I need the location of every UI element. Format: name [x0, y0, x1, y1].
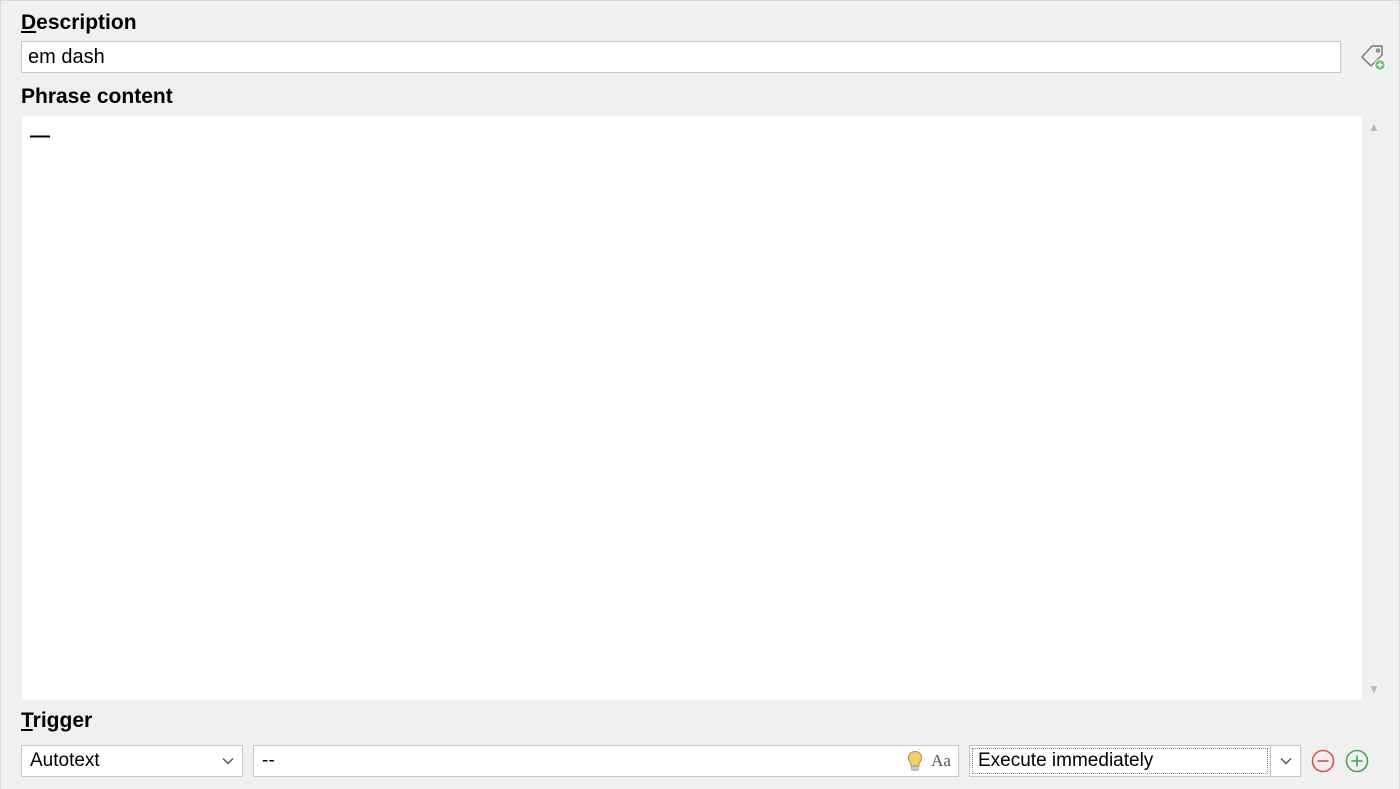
trigger-type-combo[interactable]: Autotext: [21, 745, 243, 777]
trigger-text-field-wrap: Aa: [253, 745, 959, 777]
content-scrollbar[interactable]: ▲ ▼: [1362, 116, 1386, 700]
description-row: [21, 41, 1387, 73]
description-label: Description: [21, 11, 1387, 35]
trigger-execute-combo[interactable]: Execute immediately: [969, 745, 1301, 777]
minus-circle-icon: [1311, 749, 1335, 773]
chevron-down-icon: [214, 755, 242, 767]
trigger-execute-value: Execute immediately: [970, 746, 1270, 776]
phrase-editor-pane: Description Phrase content ▲ ▼ Trigger: [0, 0, 1400, 789]
hint-button[interactable]: [902, 748, 928, 774]
add-trigger-button[interactable]: [1345, 749, 1369, 773]
remove-trigger-button[interactable]: [1311, 749, 1335, 773]
trigger-label: Trigger: [21, 709, 1387, 733]
phrase-content-label: Phrase content: [21, 85, 1387, 109]
case-sensitive-button[interactable]: Aa: [928, 748, 954, 774]
tag-add-icon: [1358, 43, 1386, 71]
description-input[interactable]: [21, 41, 1341, 73]
scroll-up-icon: ▲: [1368, 120, 1380, 134]
scroll-down-icon: ▼: [1368, 682, 1380, 696]
add-tag-button[interactable]: [1357, 42, 1387, 72]
phrase-content-box: ▲ ▼: [21, 115, 1387, 701]
trigger-text-input[interactable]: [254, 750, 902, 772]
chevron-down-icon[interactable]: [1270, 746, 1300, 776]
trigger-type-value: Autotext: [22, 750, 214, 772]
plus-circle-icon: [1345, 749, 1369, 773]
trigger-row: Autotext Aa Execute immediately: [21, 745, 1387, 777]
phrase-content-textarea[interactable]: [22, 116, 1362, 700]
case-sensitive-icon: Aa: [931, 751, 951, 771]
hint-bulb-icon: [905, 750, 925, 772]
